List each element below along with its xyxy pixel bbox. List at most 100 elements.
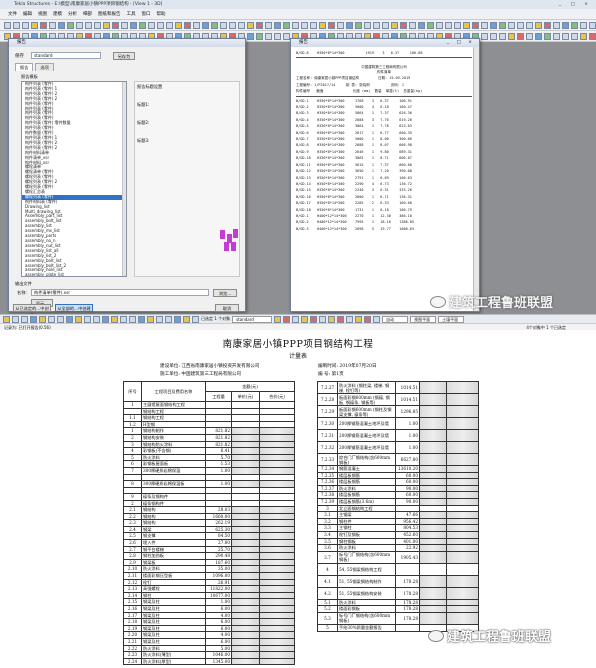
toolbar-button-icon[interactable] [238,21,245,29]
toolbar-button-icon[interactable] [544,21,551,29]
window-controls[interactable]: _ □ × [559,0,592,9]
toolbar-button-icon[interactable] [409,21,416,29]
menu-item-0[interactable]: 文件 [8,9,17,20]
toolbar-button-icon[interactable] [256,32,263,40]
status-tool-icon[interactable] [12,315,19,323]
toolbar-button-icon[interactable] [481,21,488,29]
toolbar-button-icon[interactable] [526,32,533,40]
status-tool-icon[interactable] [21,315,28,323]
toolbar-button-icon[interactable] [67,21,74,29]
toolbar-button-icon[interactable] [292,21,299,29]
toolbar-button-icon[interactable] [166,21,173,29]
status-tool-icon[interactable] [183,315,190,323]
save-preset-select[interactable]: standard [31,52,101,59]
toolbar-button-icon[interactable] [373,21,380,29]
toolbar-button-icon[interactable] [220,21,227,29]
status-select-0[interactable]: 自动 [382,315,409,323]
toolbar-button-icon[interactable] [535,32,542,40]
status-tool-icon[interactable] [292,315,300,323]
status-tool-icon[interactable] [192,315,199,323]
toolbar-button-icon[interactable] [508,32,515,40]
toolbar-button-icon[interactable] [157,21,164,29]
toolbar-button-icon[interactable] [571,32,578,40]
template-list-item[interactable]: assembly_plate_list [22,272,126,276]
toolbar-button-icon[interactable] [400,21,407,29]
toolbar-button-icon[interactable] [319,21,326,29]
status-tool-icon[interactable] [93,315,100,323]
status-tool-icon[interactable] [66,315,73,323]
toolbar-button-icon[interactable] [13,21,20,29]
toolbar-button-icon[interactable] [499,21,506,29]
status-preset-dropdown[interactable]: standard [232,315,273,323]
status-tool-icon[interactable] [111,315,118,323]
toolbar-button-icon[interactable] [229,21,236,29]
toolbar-button-icon[interactable] [418,21,425,29]
toolbar-button-icon[interactable] [274,32,281,40]
toolbar-button-icon[interactable] [85,21,92,29]
status-tool-icon[interactable] [156,315,163,323]
toolbar-button-icon[interactable] [301,21,308,29]
toolbar-button-icon[interactable] [589,32,596,40]
toolbar-button-icon[interactable] [355,21,362,29]
toolbar-button-icon[interactable] [40,21,47,29]
toolbar-button-icon[interactable] [508,21,515,29]
status-tool-icon[interactable] [84,315,91,323]
menu-item-1[interactable]: 编辑 [23,9,32,20]
menu-item-7[interactable]: 工具 [127,9,136,20]
toolbar-button-icon[interactable] [337,21,344,29]
status-tool-icon[interactable] [274,315,282,323]
toolbar-button-icon[interactable] [58,21,65,29]
browse-button[interactable]: 浏览... [213,289,237,297]
toolbar-button-icon[interactable] [463,21,470,29]
status-tool-icon[interactable] [337,315,345,323]
status-tool-icon[interactable] [373,315,381,323]
status-tool-icon[interactable] [165,315,172,323]
toolbar-button-icon[interactable] [22,21,29,29]
toolbar-button-icon[interactable] [265,21,272,29]
status-tool-icon[interactable] [120,315,127,323]
toolbar-button-icon[interactable] [247,32,254,40]
toolbar-button-icon[interactable] [346,21,353,29]
toolbar-button-icon[interactable] [490,21,497,29]
status-tool-icon[interactable] [346,315,354,323]
status-tool-icon[interactable] [364,315,372,323]
status-tool-icon[interactable] [129,315,136,323]
status-tool-icon[interactable] [57,315,64,323]
toolbar-button-icon[interactable] [571,21,578,29]
status-tool-icon[interactable] [310,315,318,323]
cancel-button[interactable]: 取消 [215,304,239,312]
toolbar-button-icon[interactable] [76,21,83,29]
toolbar-button-icon[interactable] [211,21,218,29]
toolbar-button-icon[interactable] [499,32,506,40]
status-tool-icon[interactable] [174,315,181,323]
save-as-button[interactable]: 另存为 [113,52,135,60]
tab-options[interactable]: 选项 [35,63,54,71]
template-list[interactable]: 构件列表 (零件) 构件列表 (零件) 1 构件列表 (零件) 2 构件列表 (零件)… [21,81,127,277]
toolbar-button-icon[interactable] [526,21,533,29]
status-tool-icon[interactable] [301,315,309,323]
toolbar-button-icon[interactable] [517,32,524,40]
toolbar-button-icon[interactable] [256,21,263,29]
status-select-2[interactable]: 土壤平面 [438,315,465,323]
toolbar-button-icon[interactable] [310,21,317,29]
toolbar-button-icon[interactable] [553,32,560,40]
status-tool-icon[interactable] [3,315,10,323]
toolbar-button-icon[interactable] [247,21,254,29]
toolbar-button-icon[interactable] [49,21,56,29]
status-tool-icon[interactable] [147,315,154,323]
status-tool-icon[interactable] [283,315,291,323]
toolbar-button-icon[interactable] [544,32,551,40]
toolbar-button-icon[interactable] [130,21,137,29]
menu-item-5[interactable]: 细部 [83,9,92,20]
status-tool-icon[interactable] [102,315,109,323]
report-window-controls[interactable]: _ □ × [447,39,475,47]
toolbar-button-icon[interactable] [4,21,11,29]
toolbar-button-icon[interactable] [274,21,281,29]
toolbar-button-icon[interactable] [562,21,569,29]
create-from-all-button[interactable]: 从全部的...中创建 [55,304,93,312]
toolbar-button-icon[interactable] [139,21,146,29]
toolbar-button-icon[interactable] [436,21,443,29]
status-tool-icon[interactable] [328,315,336,323]
toolbar-button-icon[interactable] [445,21,452,29]
toolbar-button-icon[interactable] [391,21,398,29]
